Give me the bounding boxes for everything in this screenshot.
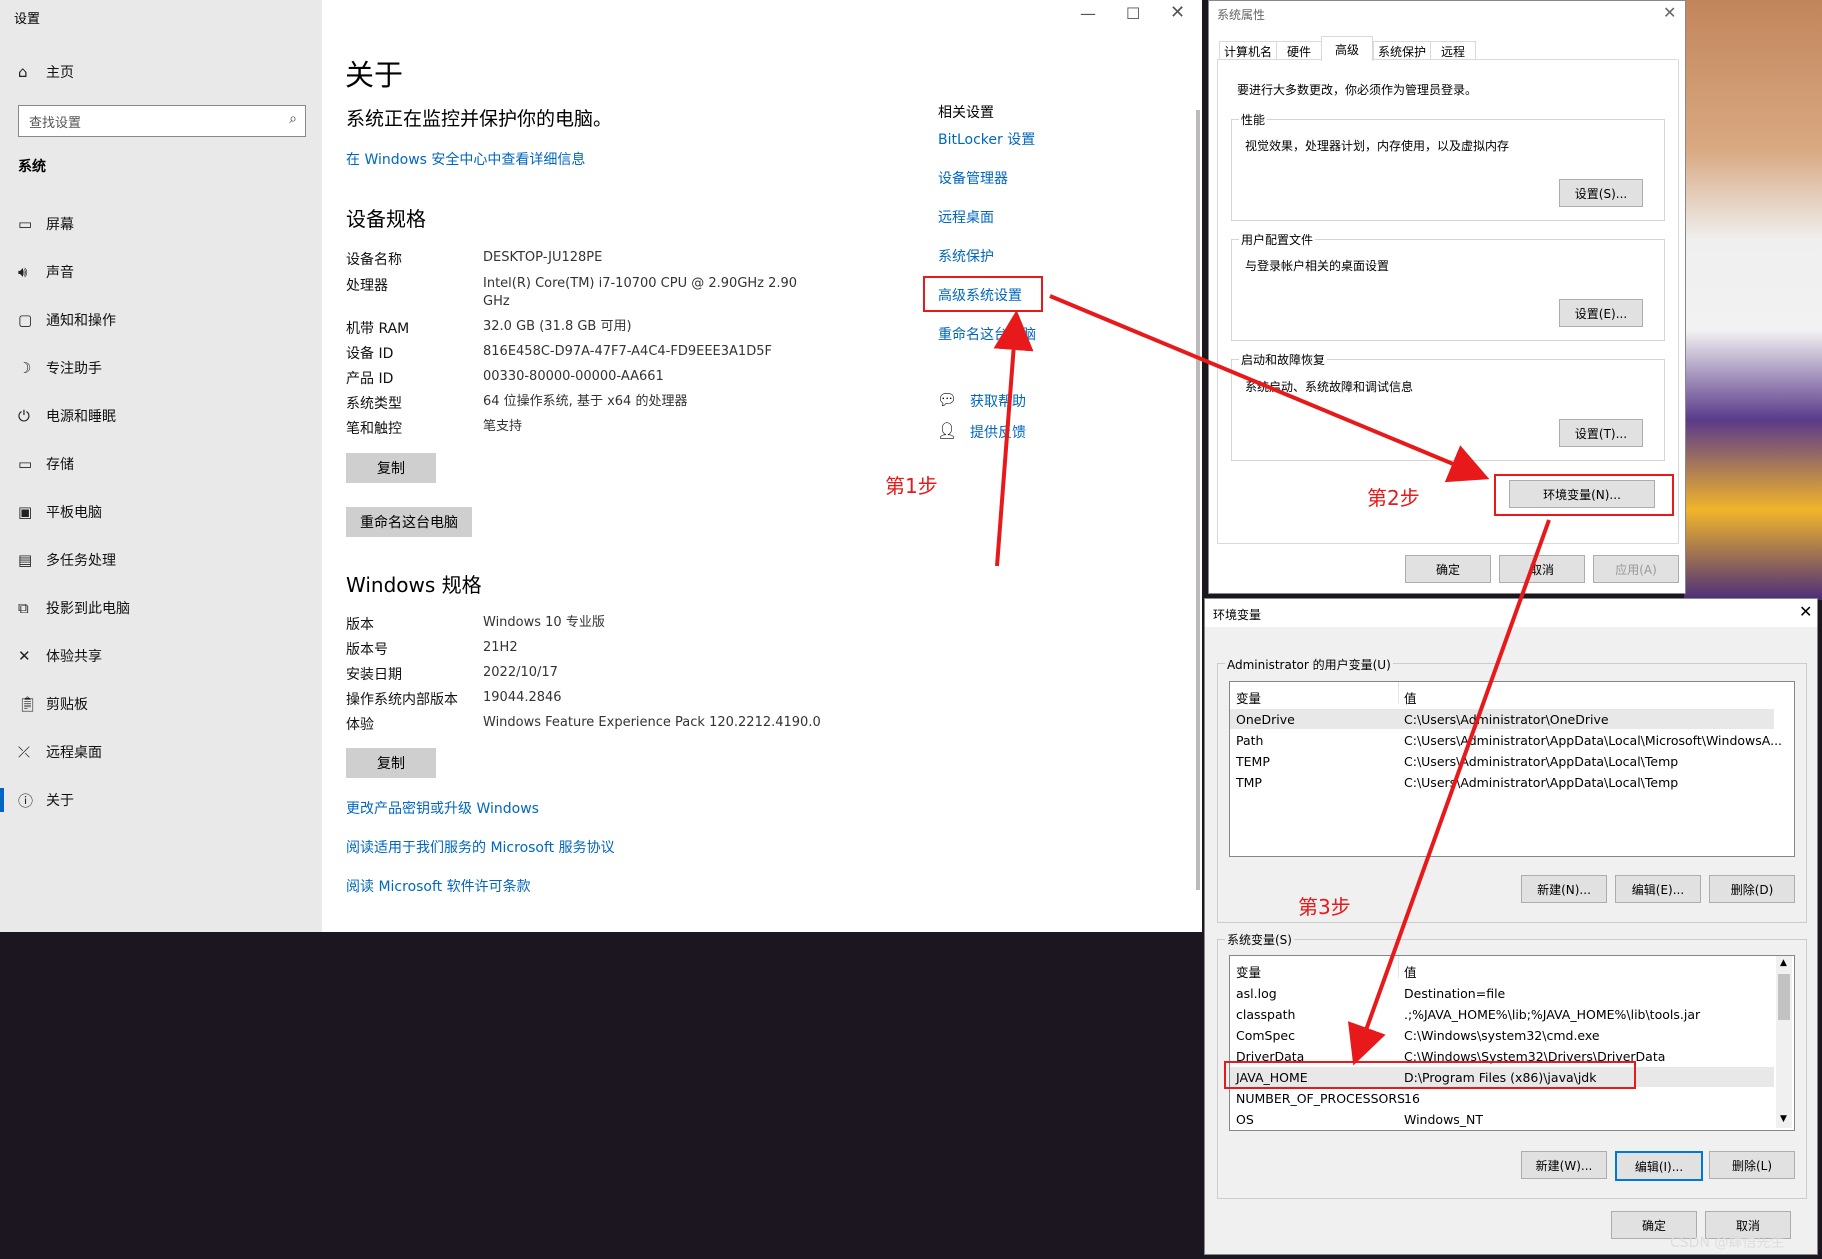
arrow-step3 [1347, 519, 1551, 1066]
arrow-step2 [1049, 294, 1490, 483]
arrow-step1 [993, 310, 1034, 567]
watermark: CSDN @肆悟先生 [1670, 1235, 1785, 1251]
annotation-arrows [993, 294, 1551, 1066]
